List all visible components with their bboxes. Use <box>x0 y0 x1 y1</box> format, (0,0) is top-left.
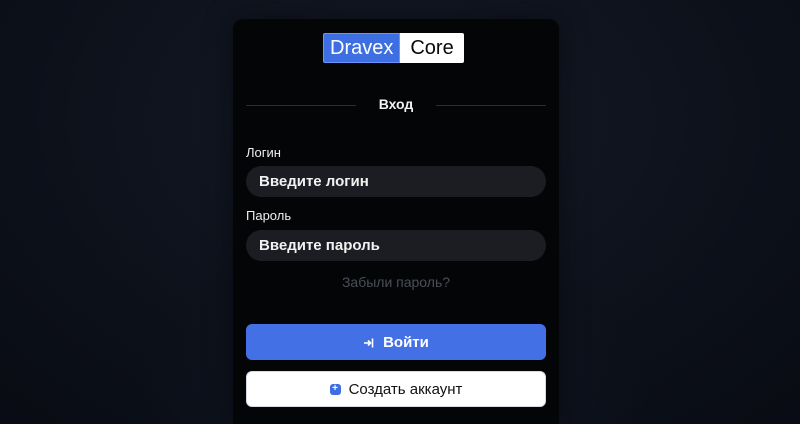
password-input[interactable]: Введите пароль <box>246 230 546 261</box>
login-icon <box>363 336 375 348</box>
form-title-divider: Вход <box>246 96 546 112</box>
brand-name-primary: Dravex <box>323 33 401 63</box>
create-account-button[interactable]: + Создать аккаунт <box>246 371 546 407</box>
login-button-label: Войти <box>383 333 429 351</box>
login-card: Dravex Core Вход Логин Введите логин Пар… <box>233 19 559 424</box>
brand-name-secondary: Core <box>400 33 464 63</box>
create-account-label: Создать аккаунт <box>348 380 463 398</box>
password-label: Пароль <box>246 208 292 223</box>
plus-icon: + <box>329 383 341 395</box>
login-label: Логин <box>246 145 281 160</box>
login-button[interactable]: Войти <box>246 324 546 360</box>
login-input[interactable]: Введите логин <box>246 166 546 197</box>
form-title: Вход <box>378 96 414 112</box>
brand-logo: Dravex Core <box>323 33 464 63</box>
forgot-password-link[interactable]: Забыли пароль? <box>246 274 546 290</box>
